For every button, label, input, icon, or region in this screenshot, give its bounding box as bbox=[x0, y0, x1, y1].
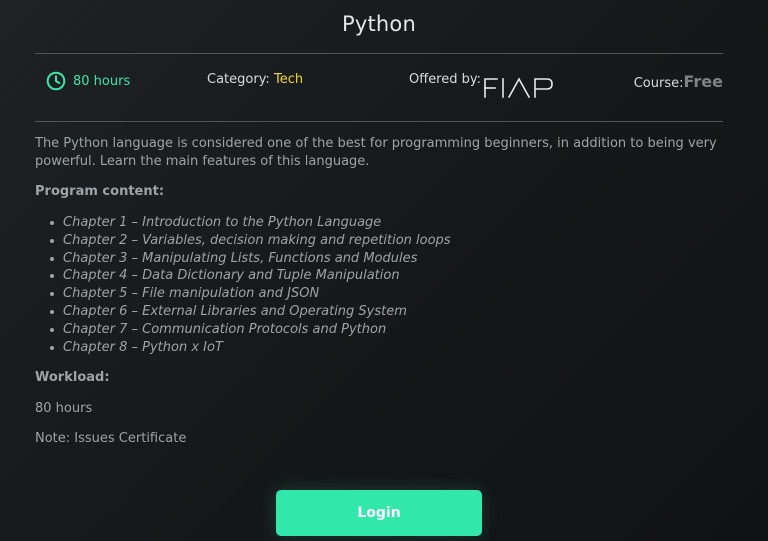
course-offered-by: Offered by: bbox=[409, 72, 555, 102]
course-description: The Python language is considered one of… bbox=[35, 136, 717, 169]
offered-by-label: Offered by: bbox=[409, 72, 482, 87]
clock-icon bbox=[46, 71, 66, 91]
chapter-item: Chapter 4 – Data Dictionary and Tuple Ma… bbox=[50, 267, 451, 285]
category-value: Tech bbox=[273, 72, 304, 87]
chapter-item: Chapter 2 – Variables, decision making a… bbox=[50, 232, 451, 248]
chapter-item: Chapter 3 – Manipulating Lists, Function… bbox=[50, 250, 451, 268]
chapter-item: Chapter 6 – External Libraries and Opera… bbox=[50, 303, 451, 321]
meta-divider bbox=[35, 121, 723, 122]
workload-label: Workload: bbox=[35, 370, 110, 385]
course-title: Python bbox=[342, 12, 416, 36]
chapter-item: Chapter 8 – Python x IoT bbox=[50, 339, 451, 357]
course-label: Course: bbox=[633, 76, 684, 91]
workload-value: 80 hours bbox=[35, 401, 93, 416]
chapter-item: Chapter 1 – Introduction to the Python L… bbox=[50, 214, 451, 232]
chapter-item: Chapter 5 – File manipulation and JSON bbox=[50, 285, 451, 303]
login-button[interactable]: Login bbox=[276, 490, 482, 536]
chapter-item: Chapter 7 – Communication Protocols and … bbox=[50, 321, 451, 339]
certificate-note: Note: Issues Certificate bbox=[35, 431, 187, 446]
program-content-label: Program content: bbox=[35, 184, 165, 199]
course-detail-panel: Python 80 hours Category: Tech Offered b… bbox=[35, 0, 723, 541]
course-category: Category: Tech bbox=[207, 72, 303, 87]
category-label: Category: bbox=[207, 72, 270, 87]
course-hours: 80 hours bbox=[46, 71, 130, 91]
course-price-value: Free bbox=[683, 72, 724, 91]
course-meta-row: 80 hours Category: Tech Offered by: Cour… bbox=[35, 70, 723, 102]
chapter-list: Chapter 1 – Introduction to the Python L… bbox=[50, 214, 451, 357]
header-divider bbox=[35, 53, 723, 54]
course-price: Course:Free bbox=[634, 72, 723, 91]
hours-value: 80 hours bbox=[73, 73, 131, 89]
fiap-logo bbox=[483, 76, 555, 102]
